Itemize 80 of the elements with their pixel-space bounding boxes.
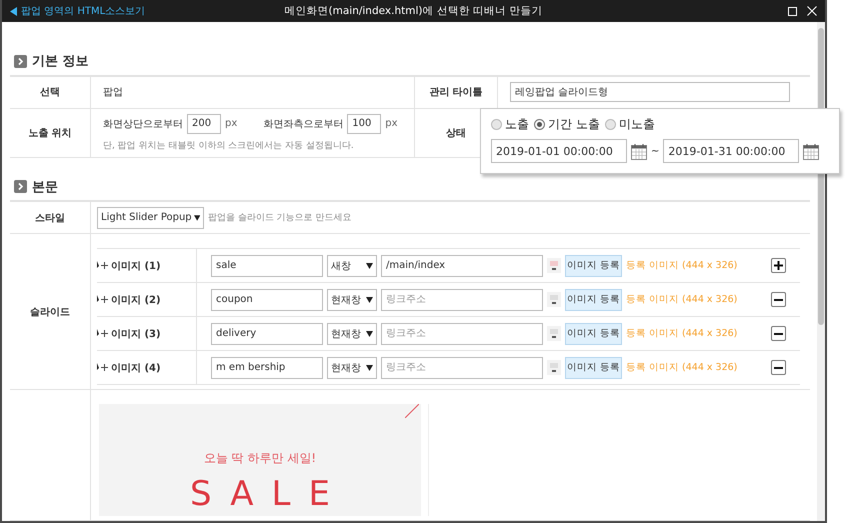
window-title: 메인화면(main/index.html)에 선택한 띠배너 만들기 (284, 4, 542, 18)
link-field[interactable]: 링크주소 (381, 288, 543, 310)
move-icon[interactable] (97, 295, 108, 304)
admin-title-field[interactable]: 레잉팝업 슬라이드형 (510, 82, 790, 102)
remove-button[interactable] (771, 360, 786, 375)
maximize-icon[interactable] (788, 6, 797, 16)
style-note: 팝업을 슬라이드 기능으로 만드세요 (208, 212, 352, 224)
minus-icon (774, 366, 783, 368)
target-select[interactable]: 현재창 (327, 288, 377, 310)
calendar-icon[interactable] (631, 142, 647, 160)
target-select[interactable]: 새창 (327, 254, 377, 276)
date-separator: ~ (651, 146, 660, 156)
radio-button[interactable] (604, 119, 616, 130)
register-image-button[interactable]: 이미지 등록 (565, 288, 622, 310)
field-label: 스타일 (35, 212, 65, 224)
banner-subtitle: 오늘 딱 하루만 세일! (204, 450, 316, 467)
status-radio[interactable]: 미노출 (604, 116, 655, 133)
target-select[interactable]: 현재창 (327, 322, 377, 344)
link-field[interactable]: /main/index (381, 254, 543, 276)
section-heading: 기본 정보 (32, 53, 89, 70)
radio-button[interactable] (491, 119, 502, 130)
registered-image-info: 등록 이미지 (444 x 326) (626, 361, 738, 374)
slide-name-field[interactable]: m em bership (211, 356, 323, 378)
minus-icon (774, 298, 783, 300)
slide-label: 이미지 (3) (111, 328, 161, 340)
slide-name-field[interactable]: coupon (211, 288, 323, 310)
field-label: 상태 (446, 126, 466, 140)
left-offset-field[interactable]: 100 (347, 114, 382, 134)
register-image-button[interactable]: 이미지 등록 (565, 254, 622, 276)
move-icon[interactable] (97, 363, 108, 372)
field-label: 노출 위치 (28, 126, 72, 140)
style-select[interactable]: Light Slider Popup (97, 206, 204, 228)
caret-icon (366, 296, 373, 302)
slide-label: 이미지 (2) (111, 294, 161, 306)
registered-image-info: 등록 이미지 (444 x 326) (626, 327, 738, 340)
minus-icon (774, 332, 783, 334)
start-date-field[interactable]: 2019-01-01 00:00:00 (491, 139, 627, 163)
slide-label: 이미지 (1) (111, 260, 161, 272)
registered-image-info: 등록 이미지 (444 x 326) (626, 259, 738, 272)
caret-icon (366, 330, 373, 336)
register-image-button[interactable]: 이미지 등록 (565, 356, 622, 378)
move-icon[interactable] (97, 261, 108, 270)
remove-button[interactable] (771, 326, 786, 341)
top-offset-field[interactable]: 200 (187, 114, 221, 134)
caret-icon (194, 214, 200, 220)
radio-button[interactable] (534, 119, 545, 130)
link-field[interactable]: 링크주소 (381, 322, 543, 344)
back-arrow-icon (10, 6, 17, 16)
field-label: 화면좌측으로부터 (263, 118, 344, 130)
remove-button[interactable] (771, 292, 786, 307)
chevron-icon (14, 180, 27, 194)
field-value: 팝업 (103, 86, 124, 99)
banner-headline: SALE (189, 477, 348, 511)
slide-name-field[interactable]: sale (211, 254, 323, 276)
close-icon[interactable] (807, 6, 817, 16)
status-radio[interactable]: 노출 (491, 116, 529, 133)
link-field[interactable]: 링크주소 (381, 356, 543, 378)
chevron-icon (14, 54, 27, 68)
close-slash-icon (405, 404, 419, 418)
unit-label: px (385, 118, 398, 129)
unit-label: px (225, 118, 238, 129)
calendar-icon[interactable] (803, 142, 820, 160)
register-image-button[interactable]: 이미지 등록 (565, 322, 622, 344)
move-icon[interactable] (97, 329, 108, 338)
field-label: 선택 (40, 86, 60, 99)
end-date-field[interactable]: 2019-01-31 00:00:00 (663, 139, 800, 163)
slide-label: 이미지 (4) (111, 362, 161, 374)
caret-icon (366, 364, 373, 370)
section-heading: 본문 (32, 178, 58, 196)
position-note: 단, 팝업 위치는 태블릿 이하의 스크린에서는 자동 설정됩니다. (103, 140, 355, 152)
add-button[interactable] (771, 258, 786, 273)
status-radio[interactable]: 기간 노출 (534, 116, 600, 133)
target-select[interactable]: 현재창 (327, 356, 377, 378)
slide-name-field[interactable]: delivery (211, 322, 323, 344)
plus-icon (774, 261, 783, 270)
caret-icon (366, 262, 373, 268)
field-label: 화면상단으로부터 (103, 118, 183, 130)
field-label: 관리 타이틀 (429, 86, 483, 99)
registered-image-info: 등록 이미지 (444 x 326) (626, 293, 738, 306)
field-label: 슬라이드 (30, 306, 70, 318)
